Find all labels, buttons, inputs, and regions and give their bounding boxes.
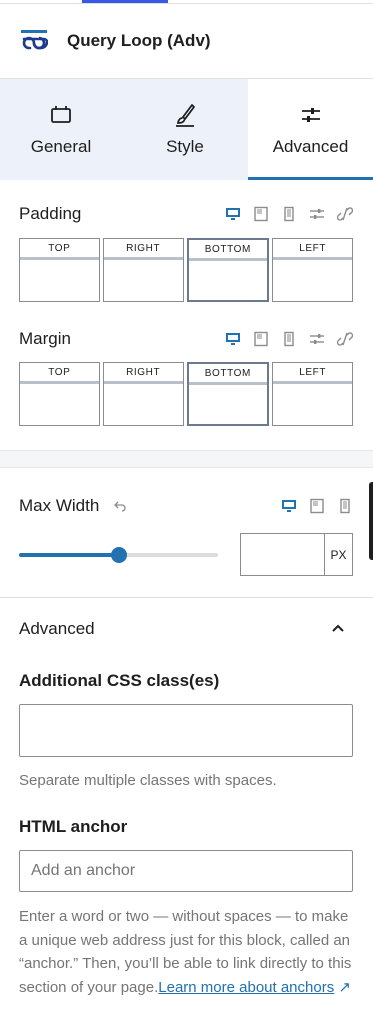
- tablet-icon[interactable]: [309, 498, 325, 514]
- max-width-slider[interactable]: [19, 547, 218, 563]
- divider: [0, 597, 373, 598]
- resize-handle[interactable]: [369, 482, 373, 560]
- desktop-icon[interactable]: [225, 206, 241, 222]
- padding-left-input[interactable]: [273, 260, 352, 301]
- desktop-icon[interactable]: [225, 331, 241, 347]
- side-label: LEFT: [273, 239, 352, 260]
- padding-bottom-input[interactable]: [189, 261, 268, 300]
- html-anchor-input[interactable]: Add an anchor: [19, 850, 353, 892]
- max-width-controls: [281, 498, 353, 514]
- settings-sliders-icon[interactable]: [309, 206, 325, 222]
- side-label: LEFT: [273, 363, 352, 384]
- brush-icon: [176, 104, 195, 127]
- html-anchor-label: HTML anchor: [19, 817, 128, 836]
- side-label: BOTTOM: [188, 240, 268, 261]
- padding-label: Padding: [19, 204, 82, 223]
- tab-label: Advanced: [272, 137, 349, 156]
- padding-top[interactable]: TOP: [19, 238, 100, 302]
- unlink-icon[interactable]: [337, 206, 353, 222]
- tab-label: General: [30, 137, 92, 156]
- sliders-icon: [301, 108, 320, 122]
- margin-right[interactable]: RIGHT: [102, 362, 184, 426]
- margin-bottom-input[interactable]: [189, 385, 268, 424]
- padding-right-input[interactable]: [104, 260, 183, 301]
- margin-controls: [225, 331, 353, 347]
- margin-top[interactable]: TOP: [19, 362, 100, 426]
- side-label: BOTTOM: [188, 364, 268, 385]
- margin-bottom[interactable]: BOTTOM: [186, 362, 270, 426]
- margin-label: Margin: [19, 329, 71, 348]
- mobile-icon[interactable]: [281, 331, 297, 347]
- learn-more-link[interactable]: Learn more about anchors: [158, 979, 334, 996]
- layout-icon: [51, 106, 71, 123]
- margin-sides: TOP RIGHT BOTTOM LEFT: [19, 362, 353, 426]
- padding-left[interactable]: LEFT: [272, 238, 353, 302]
- tab-general[interactable]: General: [0, 79, 122, 180]
- html-anchor-help: Enter a word or two — without spaces — t…: [19, 905, 355, 999]
- padding-bottom[interactable]: BOTTOM: [186, 238, 270, 302]
- unit-select[interactable]: PX: [325, 534, 352, 575]
- padding-right[interactable]: RIGHT: [102, 238, 184, 302]
- padding-sides: TOP RIGHT BOTTOM LEFT: [19, 238, 353, 302]
- side-label: RIGHT: [103, 239, 183, 260]
- block-header: Query Loop (Adv): [0, 4, 373, 79]
- max-width-input[interactable]: [241, 534, 325, 575]
- unlink-icon[interactable]: [337, 331, 353, 347]
- mobile-icon[interactable]: [281, 206, 297, 222]
- block-title: Query Loop (Adv): [67, 31, 211, 50]
- max-width-header: Max Width: [19, 496, 353, 516]
- desktop-icon[interactable]: [281, 498, 297, 514]
- tab-style[interactable]: Style: [122, 79, 248, 180]
- side-label: TOP: [20, 363, 99, 384]
- query-loop-icon: [21, 30, 48, 50]
- padding-controls: [225, 206, 353, 222]
- learn-more-label: Learn more about anchors: [158, 978, 335, 996]
- advanced-section-title[interactable]: Advanced: [19, 619, 95, 639]
- margin-left[interactable]: LEFT: [272, 362, 353, 426]
- padding-top-input[interactable]: [20, 260, 99, 301]
- external-link-icon: ↗: [338, 978, 351, 996]
- mobile-icon[interactable]: [337, 498, 353, 514]
- slider-fill: [19, 553, 119, 557]
- chevron-up-icon[interactable]: [329, 620, 347, 638]
- max-width-number: PX: [240, 533, 353, 576]
- side-label: RIGHT: [103, 363, 183, 384]
- tab-label: Style: [166, 137, 204, 156]
- max-width-title: Max Width: [19, 496, 127, 516]
- slider-thumb[interactable]: [110, 547, 127, 563]
- settings-sliders-icon[interactable]: [309, 331, 325, 347]
- margin-right-input[interactable]: [104, 384, 183, 425]
- css-class-input[interactable]: [19, 704, 353, 757]
- max-width-label: Max Width: [19, 496, 100, 515]
- inspector-tabs: General Style Advanced: [0, 79, 373, 180]
- side-label: TOP: [20, 239, 99, 260]
- css-class-help: Separate multiple classes with spaces.: [19, 772, 277, 789]
- tablet-icon[interactable]: [253, 206, 269, 222]
- margin-left-input[interactable]: [273, 384, 352, 425]
- padding-header: Padding: [19, 204, 353, 224]
- margin-top-input[interactable]: [20, 384, 99, 425]
- reset-icon[interactable]: [113, 500, 127, 512]
- section-separator: [0, 450, 373, 468]
- tab-advanced[interactable]: Advanced: [248, 79, 373, 180]
- margin-header: Margin: [19, 329, 353, 349]
- css-class-label: Additional CSS class(es): [19, 671, 220, 690]
- tablet-icon[interactable]: [253, 331, 269, 347]
